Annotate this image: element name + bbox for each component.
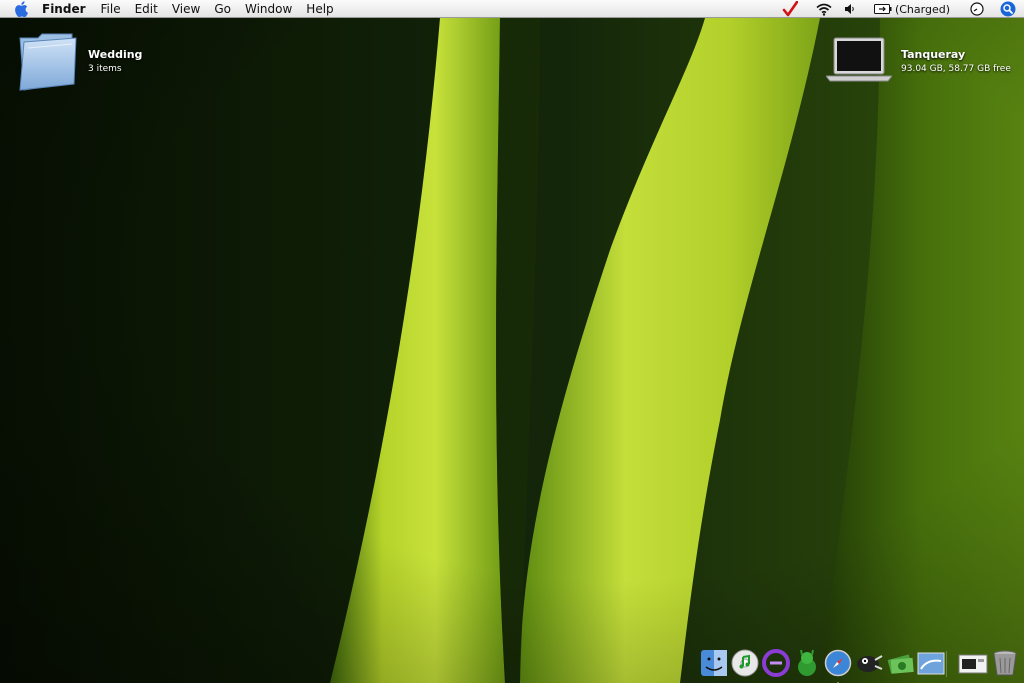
folder-icon [19,33,77,91]
menu-view[interactable]: View [165,0,207,18]
wifi-status[interactable] [816,0,832,18]
wifi-icon [816,3,832,16]
menu-bar: Finder File Edit View Go Window Help (Ch… [0,0,1024,18]
menu-help[interactable]: Help [299,0,340,18]
dock-itunes[interactable] [731,649,759,677]
apple-icon [15,0,28,17]
apple-menu[interactable] [8,0,36,18]
money-icon [887,654,914,674]
menu-app-finder[interactable]: Finder [36,0,94,18]
tanqueray-drive-label[interactable]: Tanqueray 93.04 GB, 58.77 GB free [901,48,1011,74]
menu-window[interactable]: Window [238,0,299,18]
itunes-icon [731,649,759,677]
camino-icon [857,655,883,672]
volume-icon [844,4,854,14]
trash-icon [993,650,1017,676]
spotlight-button[interactable] [1000,0,1016,18]
drive-name: Tanqueray [901,48,966,61]
tanqueray-drive[interactable] [824,36,894,82]
dock-adium[interactable] [793,649,821,677]
desktop-wallpaper [0,0,1024,683]
safari-icon [824,649,852,677]
finder-icon [701,650,727,676]
clock-status[interactable] [970,0,984,18]
menu-file[interactable]: File [94,0,128,18]
dock-camino[interactable] [855,649,883,677]
dock-trash[interactable] [992,649,1020,677]
mail-icon [917,652,945,675]
wedding-folder[interactable] [16,28,80,92]
menu-edit[interactable]: Edit [128,0,165,18]
clock-icon [970,2,984,16]
laptop-drive-icon [824,37,894,82]
checkmark-icon [782,1,798,17]
dock-safari[interactable] [824,649,852,683]
dock-finder[interactable] [700,649,728,677]
adium-icon [798,649,816,676]
dock-money[interactable] [886,649,914,677]
dashboard-icon [762,649,790,677]
drive-info: 93.04 GB, 58.77 GB free [901,64,1011,74]
spotlight-icon [1000,1,1016,17]
battery-icon [873,4,892,14]
checkmark-status[interactable] [782,0,798,18]
preview-window-icon [958,654,988,674]
battery-text: (Charged) [894,2,950,16]
wedding-folder-label[interactable]: Wedding 3 items [88,48,142,74]
menu-go[interactable]: Go [207,0,238,18]
dock-dashboard[interactable] [762,649,790,677]
volume-status[interactable] [844,0,856,18]
dock-separator [946,651,947,677]
desktop-screen: Finder File Edit View Go Window Help (Ch… [0,0,1024,683]
dock-mail[interactable] [917,649,945,677]
battery-status[interactable]: (Charged) [873,0,950,18]
dock [700,645,1024,683]
dock-preview-window[interactable] [958,649,988,677]
folder-name: Wedding [88,48,143,61]
folder-info: 3 items [88,64,122,74]
